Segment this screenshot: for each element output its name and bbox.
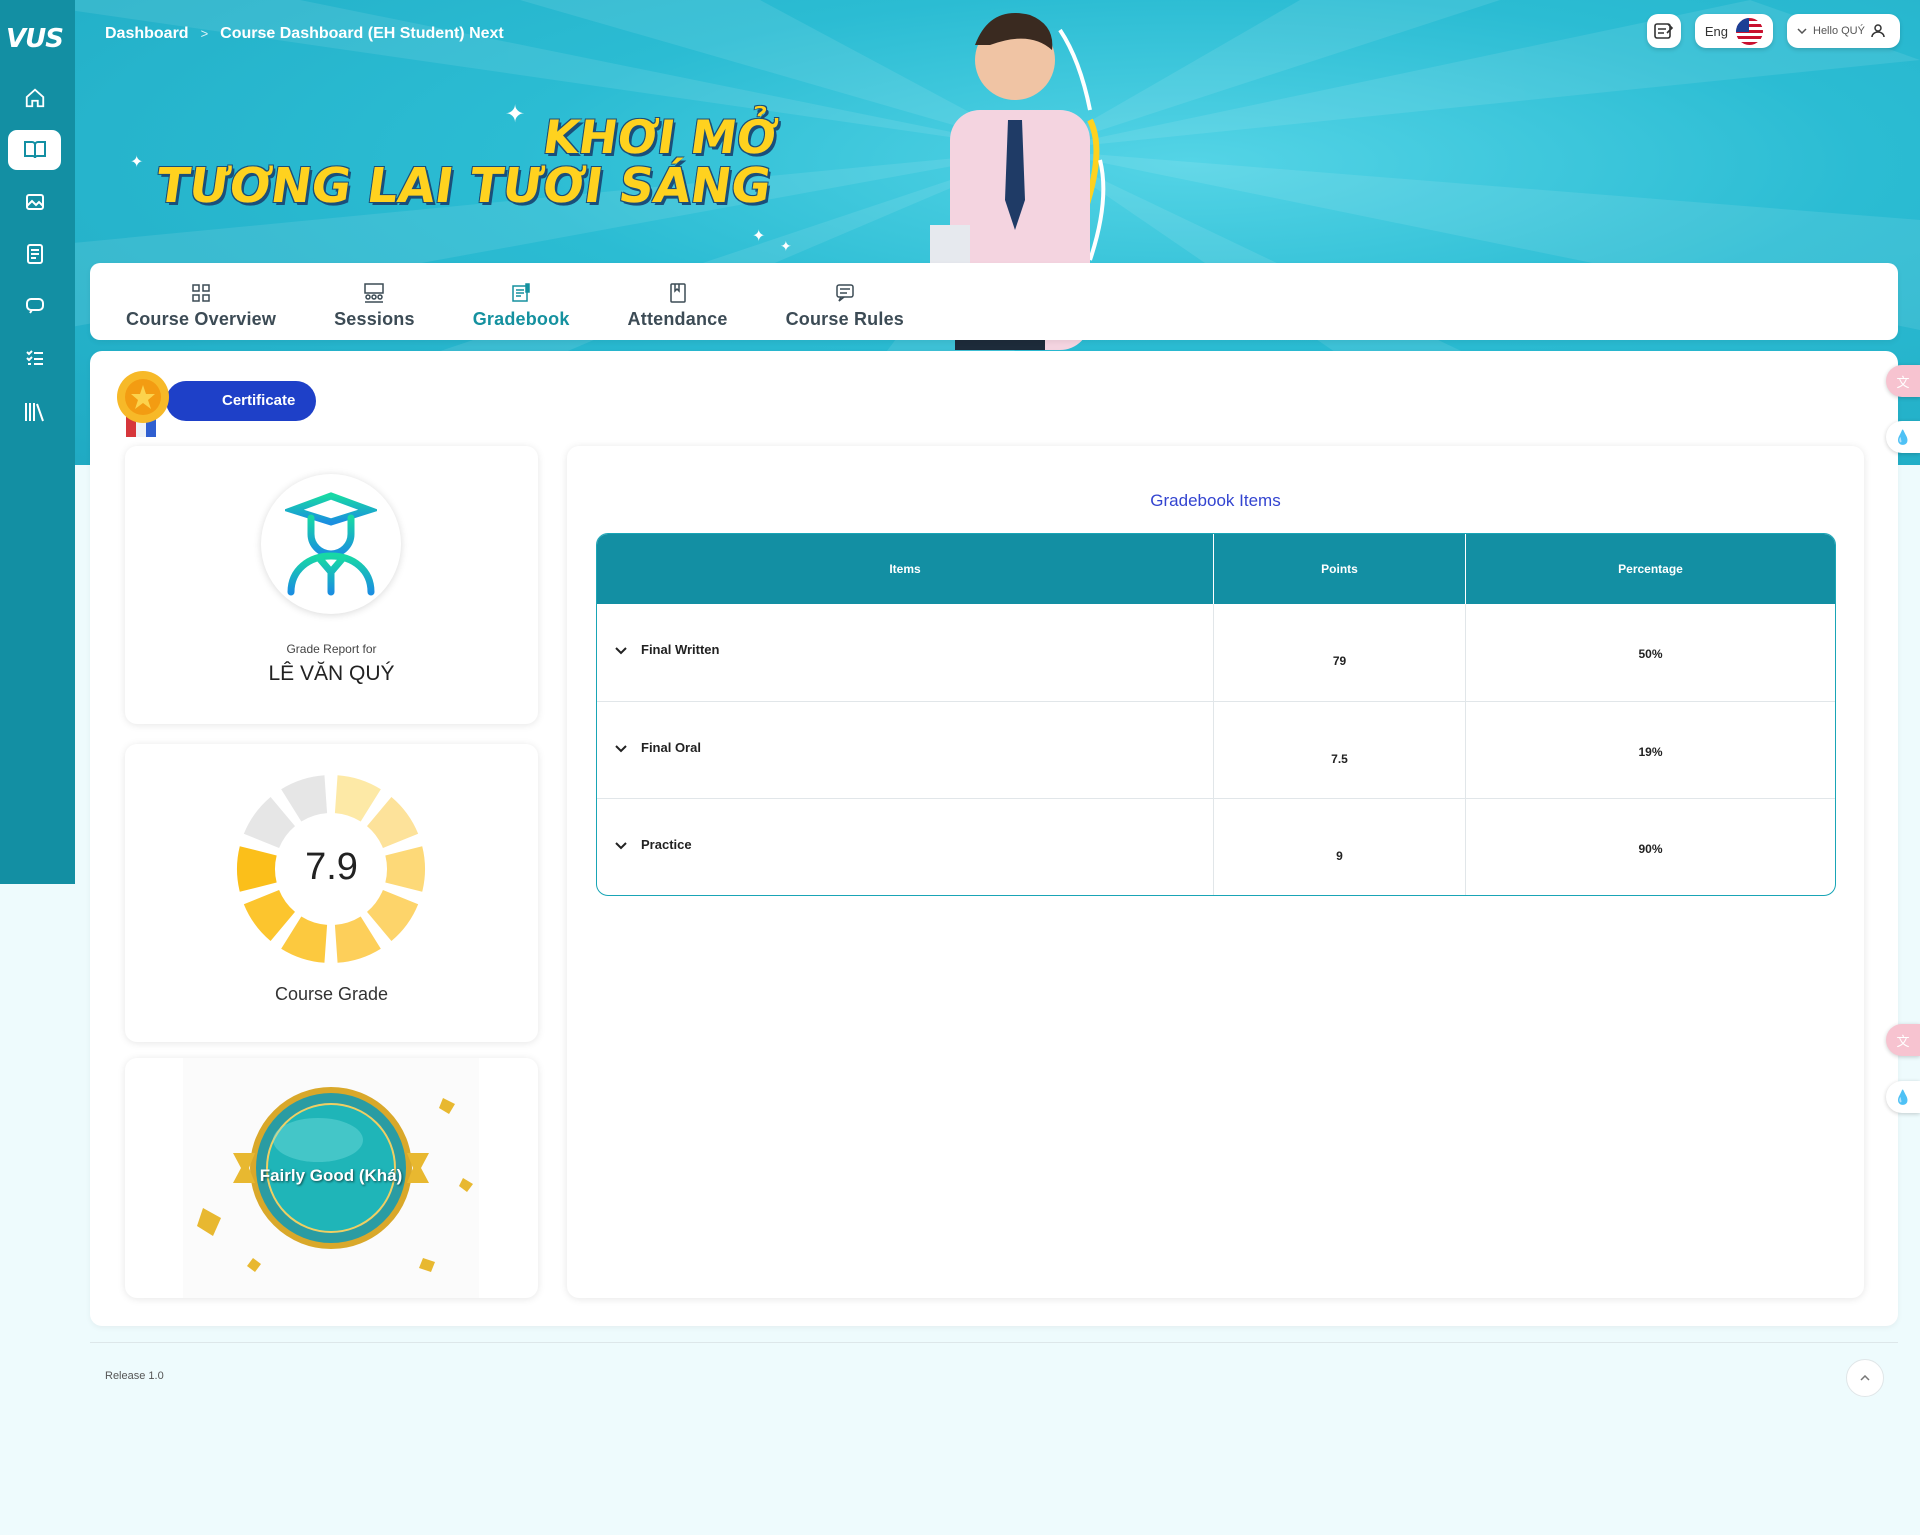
graduate-icon — [285, 492, 377, 596]
assistant-button[interactable]: 💧 — [1886, 1081, 1920, 1113]
tab-gradebook[interactable]: Gradebook — [451, 283, 592, 340]
grade-segment — [367, 796, 419, 849]
chevron-down-icon — [1797, 28, 1807, 34]
chat-icon[interactable] — [8, 286, 61, 326]
table-header-row: Items Points Percentage — [597, 534, 1835, 604]
release-version: Release 1.0 — [105, 1370, 164, 1382]
scroll-to-top-button[interactable] — [1846, 1359, 1884, 1397]
column-header-percentage: Percentage — [1466, 534, 1835, 604]
points-cell: 7.5 — [1214, 701, 1466, 798]
percentage-cell: 50% — [1638, 647, 1663, 661]
gradebook-content: Certificate Grade Report for LÊ VĂN QUÝ … — [90, 351, 1898, 1326]
gradebook-panel: Gradebook Items Items Points Percentage … — [567, 446, 1864, 1298]
language-label: Eng — [1704, 23, 1728, 39]
grade-segment — [243, 889, 295, 942]
message-icon — [836, 284, 854, 302]
droplet-icon: 💧 — [1894, 1088, 1912, 1105]
percentage-cell: 19% — [1466, 701, 1835, 798]
column-header-points: Points — [1214, 534, 1466, 604]
table-row[interactable]: Practice 9 90% — [597, 798, 1835, 895]
translate-icon: 文 — [1896, 374, 1910, 390]
book-icon — [669, 283, 686, 303]
chevron-down-icon[interactable] — [615, 841, 627, 850]
breadcrumb: Dashboard > Course Dashboard (EH Student… — [105, 25, 504, 43]
grade-segment — [281, 775, 328, 822]
medal-icon — [117, 371, 169, 437]
sparkle-icon: ✦ — [505, 101, 526, 128]
assistant-button[interactable]: 💧 — [1886, 421, 1920, 453]
chevron-down-icon[interactable] — [615, 646, 627, 655]
award-card: Fairly Good (Khá) — [125, 1058, 538, 1298]
student-name: LÊ VĂN QUÝ — [268, 662, 395, 685]
user-greeting: Hello QUÝ — [1813, 25, 1865, 37]
percentage-cell: 90% — [1466, 798, 1835, 895]
course-book-icon[interactable] — [8, 130, 61, 170]
translate-button[interactable]: 文 — [1886, 1024, 1920, 1056]
table-row[interactable]: Final Oral 7.5 19% — [597, 701, 1835, 798]
gallery-icon[interactable] — [8, 182, 61, 222]
banner-line-2: TƯƠNG LAI TƯƠI SÁNG — [152, 158, 775, 214]
item-cell[interactable]: Final Written — [597, 604, 1214, 701]
avatar — [261, 474, 401, 614]
grade-segment — [334, 916, 381, 963]
document-icon[interactable] — [8, 234, 61, 274]
droplet-icon: 💧 — [1894, 428, 1912, 445]
vus-logo[interactable]: VUS — [6, 24, 68, 58]
column-header-items: Items — [597, 534, 1214, 604]
sidebar: VUS — [0, 0, 75, 884]
grade-segment — [243, 796, 295, 849]
grade-report-caption: Grade Report for — [286, 642, 377, 656]
notes-button[interactable] — [1646, 14, 1681, 48]
class-icon — [364, 283, 385, 303]
gradebook-title: Gradebook Items — [1150, 491, 1281, 510]
tab-attendance[interactable]: Attendance — [606, 283, 750, 340]
item-cell[interactable]: Final Oral — [597, 701, 1214, 798]
course-grade-value: 7.9 — [305, 846, 358, 888]
gradebook-icon — [512, 283, 530, 302]
sparkle-icon: ✦ — [130, 154, 144, 171]
course-grade-card: 7.9 Course Grade — [125, 744, 538, 1042]
tab-course-rules[interactable]: Course Rules — [764, 283, 926, 340]
student-card: Grade Report for LÊ VĂN QUÝ — [125, 446, 538, 724]
translate-icon: 文 — [1896, 1033, 1910, 1049]
notes-icon — [1654, 23, 1673, 39]
home-icon[interactable] — [8, 78, 61, 118]
chevron-up-icon — [1860, 1375, 1870, 1381]
gradebook-table: Items Points Percentage Final Written 79… — [596, 533, 1836, 896]
course-tabs: Course Overview Sessions Gradebook Atten… — [90, 263, 1898, 340]
user-icon — [1871, 24, 1885, 38]
footer-divider — [90, 1342, 1898, 1343]
chevron-down-icon[interactable] — [615, 744, 627, 753]
table-row[interactable]: Final Written 79 50% — [597, 604, 1835, 701]
item-cell[interactable]: Practice — [597, 798, 1214, 895]
sparkle-icon: ✦ — [780, 238, 792, 254]
language-selector[interactable]: Eng — [1694, 14, 1773, 48]
course-grade-label: Course Grade — [274, 984, 389, 1004]
tab-sessions[interactable]: Sessions — [312, 283, 437, 340]
translate-button[interactable]: 文 — [1886, 365, 1920, 397]
grade-segment — [334, 775, 381, 822]
user-menu[interactable]: Hello QUÝ — [1787, 14, 1900, 48]
grade-segment — [281, 916, 328, 963]
checklist-icon[interactable] — [8, 338, 61, 378]
us-flag-icon — [1736, 17, 1763, 45]
sparkle-icon: ✦ — [752, 228, 766, 245]
breadcrumb-course-dashboard[interactable]: Course Dashboard (EH Student) Next — [220, 25, 504, 43]
grade-segment — [367, 889, 419, 942]
banner-line-1: KHƠI MỞ — [539, 110, 781, 164]
tab-course-overview[interactable]: Course Overview — [104, 283, 298, 340]
points-cell: 9 — [1214, 798, 1466, 895]
library-icon[interactable] — [8, 392, 61, 432]
breadcrumb-dashboard[interactable]: Dashboard — [105, 25, 189, 43]
certificate-label: Certificate — [166, 381, 316, 421]
header-controls: Eng Hello QUÝ — [1646, 14, 1900, 48]
grid-icon — [192, 284, 210, 302]
points-cell: 79 — [1214, 604, 1466, 701]
breadcrumb-separator: > — [200, 26, 209, 41]
award-label: Fairly Good (Khá) — [259, 1166, 403, 1185]
banner-headline: KHƠI MỞ TƯƠNG LAI TƯƠI SÁNG — [153, 110, 782, 214]
